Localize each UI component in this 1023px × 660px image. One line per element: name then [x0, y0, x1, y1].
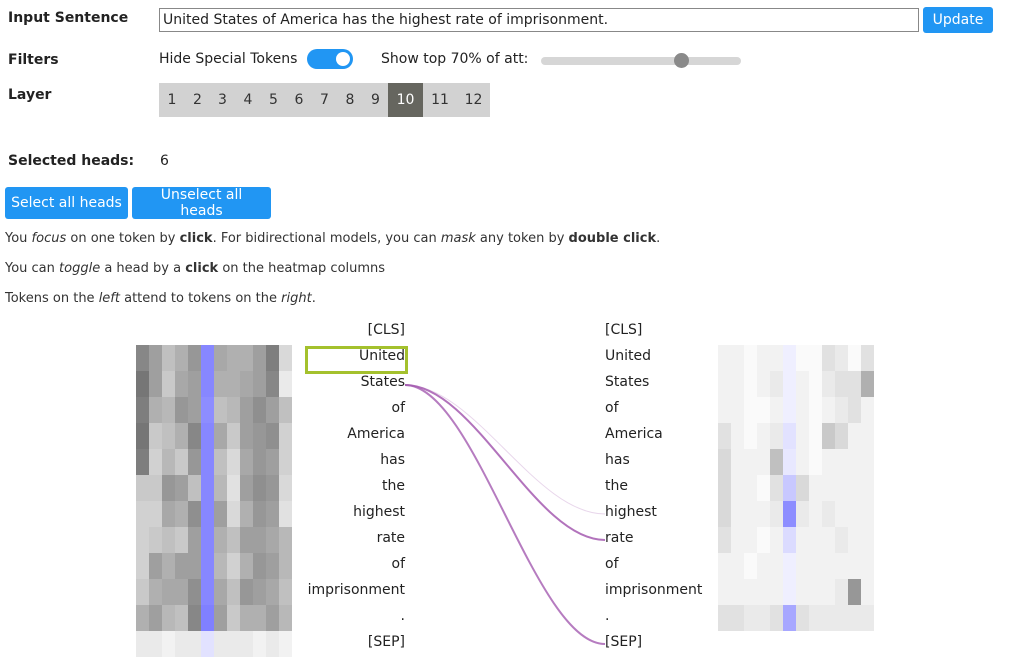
left-token[interactable]: America: [347, 421, 405, 447]
right-token[interactable]: highest: [605, 499, 657, 525]
right-token[interactable]: of: [605, 395, 619, 421]
left-token[interactable]: of: [392, 551, 406, 577]
attention-line: [404, 384, 606, 645]
left-token[interactable]: rate: [377, 525, 405, 551]
left-token[interactable]: [CLS]: [368, 317, 405, 343]
left-token[interactable]: highest: [353, 499, 405, 525]
left-token[interactable]: [SEP]: [368, 629, 405, 655]
left-token[interactable]: .: [401, 603, 405, 629]
attention-line: [404, 384, 606, 541]
attention-line: [404, 384, 606, 515]
right-token[interactable]: rate: [605, 525, 633, 551]
left-token[interactable]: of: [392, 395, 406, 421]
right-token[interactable]: [SEP]: [605, 629, 642, 655]
right-token[interactable]: America: [605, 421, 663, 447]
right-token[interactable]: the: [605, 473, 628, 499]
left-token[interactable]: imprisonment: [308, 577, 405, 603]
left-token[interactable]: United: [359, 343, 405, 369]
right-token[interactable]: of: [605, 551, 619, 577]
left-token[interactable]: the: [382, 473, 405, 499]
right-token[interactable]: imprisonment: [605, 577, 702, 603]
attention-lines: [404, 384, 606, 645]
left-token[interactable]: States: [361, 369, 405, 395]
right-token[interactable]: United: [605, 343, 651, 369]
right-token[interactable]: has: [605, 447, 630, 473]
right-token[interactable]: States: [605, 369, 649, 395]
right-token[interactable]: .: [605, 603, 609, 629]
left-token[interactable]: has: [380, 447, 405, 473]
right-token[interactable]: [CLS]: [605, 317, 642, 343]
